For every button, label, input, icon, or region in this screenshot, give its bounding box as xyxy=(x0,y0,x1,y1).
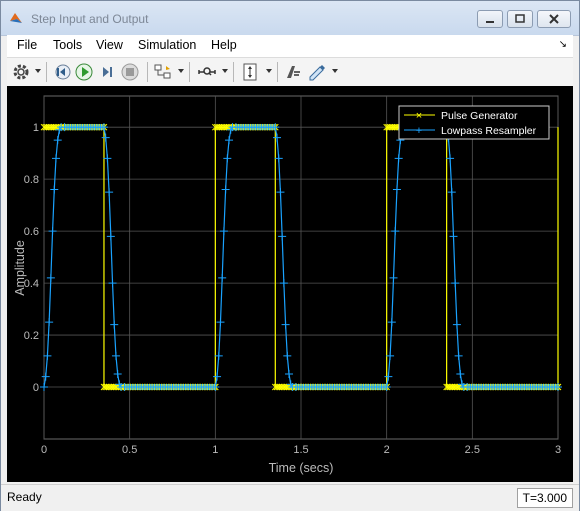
x-tick-label: 2.5 xyxy=(465,444,480,456)
dock-icon[interactable]: ↘ xyxy=(559,39,567,50)
step-back-icon[interactable] xyxy=(52,62,72,82)
matlab-icon xyxy=(10,13,22,23)
y-tick-label: 0.2 xyxy=(24,330,39,342)
plot-panel: 0 0.5 1 1.5 2 2.5 3 0 0.2 0.4 0.6 0.8 1 Time (secs) … xyxy=(7,86,573,482)
menu-file[interactable]: File xyxy=(17,38,37,52)
close-button[interactable] xyxy=(537,10,571,28)
x-tick-label: 3 xyxy=(555,444,561,456)
x-tick-label: 1 xyxy=(212,444,218,456)
step-forward-icon[interactable] xyxy=(97,62,117,82)
x-tick-label: 0.5 xyxy=(122,444,137,456)
chevron-down-icon[interactable] xyxy=(178,69,184,73)
menu-view[interactable]: View xyxy=(96,38,123,52)
minimize-icon xyxy=(486,21,494,23)
x-tick-label: 2 xyxy=(384,444,390,456)
legend-pulse-marker: × xyxy=(416,110,422,122)
status-bar: Ready T=3.000 xyxy=(1,484,579,511)
toolbar-divider xyxy=(233,62,234,82)
legend-resampler-marker: + xyxy=(416,125,422,137)
title-bar: Step Input and Output xyxy=(1,1,579,36)
menu-help[interactable]: Help xyxy=(211,38,237,52)
scale-axes-icon[interactable] xyxy=(241,62,261,82)
window-title: Step Input and Output xyxy=(31,12,149,26)
chevron-down-icon[interactable] xyxy=(332,69,338,73)
scope-plot[interactable]: 0 0.5 1 1.5 2 2.5 300.20.40.60.81 Time (secs) … xyxy=(7,86,573,482)
x-axis-label: Time (secs) xyxy=(269,461,334,475)
maximize-button[interactable] xyxy=(507,10,533,28)
scope-window: Step Input and Output File Tools View Si… xyxy=(0,0,580,511)
legend-resampler-label: Lowpass Resampler xyxy=(441,125,537,137)
x-tick-label: 1.5 xyxy=(293,444,308,456)
legend: × Pulse Generator + Lowpass Resampler xyxy=(398,105,550,140)
toolbar-divider xyxy=(189,62,190,82)
zoom-icon[interactable] xyxy=(197,62,217,82)
toolbar-divider xyxy=(147,62,148,82)
toolbar xyxy=(7,57,573,87)
y-tick-label: 1 xyxy=(33,122,39,134)
simulation-time: T=3.000 xyxy=(516,488,573,508)
toolbar-divider xyxy=(277,62,278,82)
menu-bar: File Tools View Simulation Help ↘ xyxy=(7,35,573,57)
gear-icon[interactable] xyxy=(11,62,31,82)
x-tick-label: 0 xyxy=(41,444,47,456)
legend-pulse-label: Pulse Generator xyxy=(441,110,518,122)
highlight-icon[interactable] xyxy=(283,62,303,82)
y-tick-label: 0 xyxy=(33,382,39,394)
status-text: Ready xyxy=(7,490,42,504)
menu-simulation[interactable]: Simulation xyxy=(138,38,196,52)
restore-icon xyxy=(515,14,525,23)
y-axis-label: Amplitude xyxy=(13,240,27,296)
chevron-down-icon[interactable] xyxy=(35,69,41,73)
edit-icon[interactable] xyxy=(307,62,327,82)
menu-tools[interactable]: Tools xyxy=(53,38,82,52)
chevron-down-icon[interactable] xyxy=(266,69,272,73)
signal-select-icon[interactable] xyxy=(153,62,173,82)
close-icon xyxy=(549,14,559,24)
minimize-button[interactable] xyxy=(477,10,503,28)
y-tick-label: 0.8 xyxy=(24,174,39,186)
stop-icon[interactable] xyxy=(120,62,140,82)
run-icon[interactable] xyxy=(74,62,94,82)
toolbar-divider xyxy=(46,62,47,82)
chevron-down-icon[interactable] xyxy=(222,69,228,73)
y-tick-label: 0.6 xyxy=(24,226,39,238)
